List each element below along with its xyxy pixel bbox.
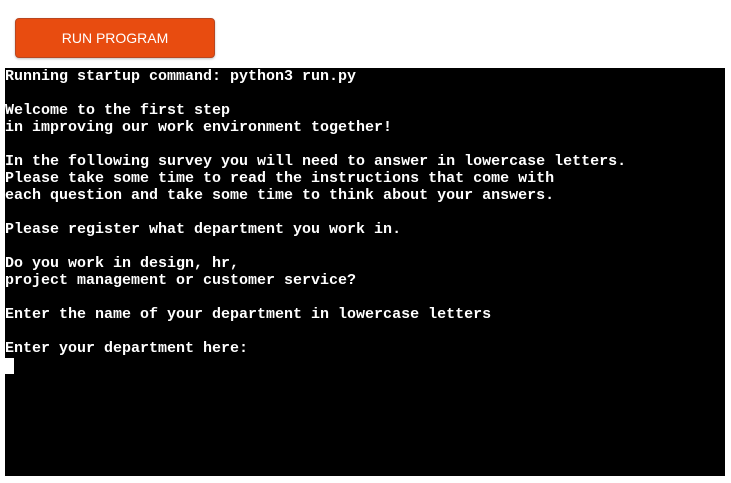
terminal-line: Do you work in design, hr, xyxy=(5,255,240,272)
terminal-line: In the following survey you will need to… xyxy=(5,153,627,170)
terminal-cursor xyxy=(5,358,14,374)
terminal-line: each question and take some time to thin… xyxy=(5,187,555,204)
terminal-line: Please register what department you work… xyxy=(5,221,402,238)
terminal-line: Enter your department here: xyxy=(5,340,249,357)
terminal-line: Running startup command: python3 run.py xyxy=(5,68,357,85)
run-program-button[interactable]: RUN PROGRAM xyxy=(15,18,215,58)
terminal-line: Welcome to the first step xyxy=(5,102,231,119)
terminal-output: Running startup command: python3 run.py … xyxy=(5,68,725,374)
terminal-line: project management or customer service? xyxy=(5,272,357,289)
page: RUN PROGRAM Running startup command: pyt… xyxy=(0,0,731,483)
terminal-line: Enter the name of your department in low… xyxy=(5,306,492,323)
terminal-line: Please take some time to read the instru… xyxy=(5,170,555,187)
terminal[interactable]: Running startup command: python3 run.py … xyxy=(5,68,725,476)
terminal-line: in improving our work environment togeth… xyxy=(5,119,393,136)
terminal-input-line[interactable] xyxy=(5,357,725,374)
